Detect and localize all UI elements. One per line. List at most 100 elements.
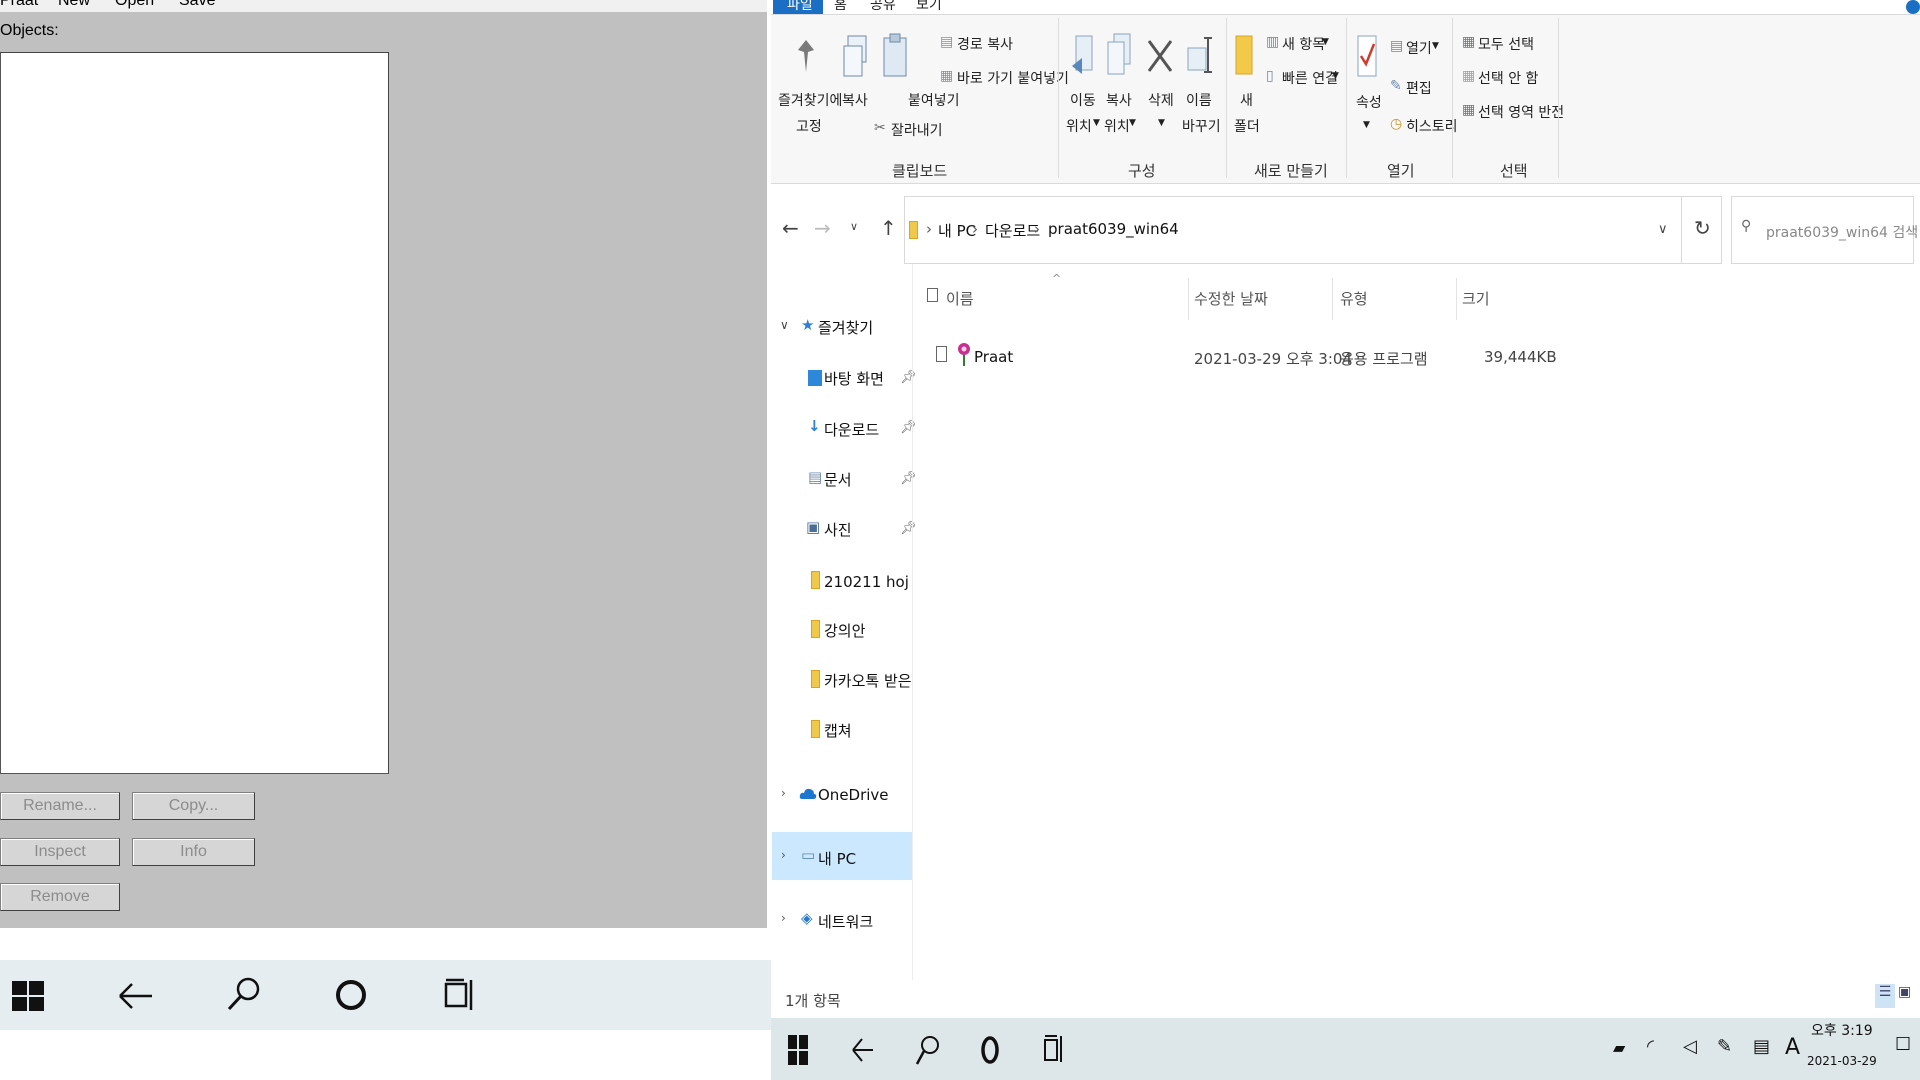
breadcrumb-downloads[interactable]: 다운로드 bbox=[985, 220, 1040, 241]
cut-label[interactable]: 잘라내기 bbox=[891, 120, 943, 140]
edit-label[interactable]: 편집 bbox=[1406, 78, 1432, 98]
nav-desktop[interactable]: 바탕 화면 bbox=[824, 368, 884, 389]
copy-to-dropdown-icon[interactable]: ▼ bbox=[1129, 118, 1136, 128]
remove-button[interactable]: Remove bbox=[0, 883, 120, 911]
pin-icon[interactable]: 📌︎ bbox=[900, 521, 917, 536]
back-arrow-icon[interactable] bbox=[851, 1035, 875, 1065]
up-icon[interactable]: ↑ bbox=[880, 216, 897, 240]
breadcrumb-this-pc[interactable]: 내 PC bbox=[938, 220, 976, 241]
nav-favorites[interactable]: 즐겨찾기 bbox=[818, 317, 873, 338]
move-to-dropdown-icon[interactable]: ▼ bbox=[1093, 118, 1100, 128]
move-to-label-1[interactable]: 이동 bbox=[1070, 90, 1096, 110]
nav-this-pc[interactable]: 내 PC bbox=[818, 848, 856, 869]
help-icon[interactable] bbox=[1906, 0, 1920, 14]
nav-folder-lectures[interactable]: 강의안 bbox=[824, 620, 865, 641]
copy-to-icon[interactable] bbox=[1106, 32, 1132, 80]
search-icon[interactable] bbox=[226, 976, 262, 1012]
properties-dropdown-icon[interactable]: ▼ bbox=[1363, 120, 1370, 130]
nav-folder-capture[interactable]: 캡쳐 bbox=[824, 720, 852, 741]
pen-icon[interactable]: ✎ bbox=[1717, 1036, 1732, 1057]
back-arrow-icon[interactable] bbox=[118, 980, 154, 1012]
clock-date[interactable]: 2021-03-29 bbox=[1807, 1054, 1877, 1068]
praat-menu-new[interactable]: New bbox=[58, 0, 90, 10]
rename-label-2[interactable]: 바꾸기 bbox=[1182, 116, 1221, 136]
ime-indicator[interactable]: A bbox=[1785, 1035, 1800, 1060]
pin-icon[interactable]: 📌︎ bbox=[900, 471, 917, 486]
properties-label[interactable]: 속성 bbox=[1356, 92, 1382, 112]
breadcrumb-separator-icon[interactable]: › bbox=[1034, 220, 1040, 238]
move-to-label-2[interactable]: 위치 bbox=[1066, 116, 1092, 136]
favorites-chevron-icon[interactable]: ∨ bbox=[780, 318, 789, 332]
task-view-icon[interactable] bbox=[444, 978, 478, 1012]
paste-shortcut-label[interactable]: 바로 가기 붙여넣기 bbox=[957, 68, 1069, 88]
breadcrumb-separator-icon[interactable]: › bbox=[972, 220, 978, 238]
pin-label-1[interactable]: 즐겨찾기에 bbox=[778, 90, 842, 110]
rename-icon[interactable] bbox=[1186, 36, 1212, 76]
praat-menu-open[interactable]: Open bbox=[115, 0, 154, 10]
select-all-label[interactable]: 모두 선택 bbox=[1478, 34, 1534, 54]
volume-icon[interactable]: ◁ bbox=[1683, 1036, 1697, 1057]
pin-icon[interactable]: 📌︎ bbox=[900, 370, 917, 385]
address-dropdown-icon[interactable]: ∨ bbox=[1658, 222, 1668, 237]
delete-dropdown-icon[interactable]: ▼ bbox=[1158, 118, 1165, 128]
select-all-checkbox[interactable] bbox=[927, 288, 938, 302]
tab-file[interactable]: 파일 bbox=[773, 0, 823, 14]
select-none-label[interactable]: 선택 안 함 bbox=[1478, 68, 1538, 88]
info-button[interactable]: Info bbox=[132, 838, 255, 866]
forward-icon[interactable]: → bbox=[814, 216, 831, 240]
column-size[interactable]: 크기 bbox=[1462, 288, 1490, 309]
easy-access-label[interactable]: 빠른 연결 bbox=[1282, 68, 1338, 88]
rename-button[interactable]: Rename... bbox=[0, 792, 120, 820]
pin-label-2[interactable]: 고정 bbox=[796, 116, 822, 136]
keyboard-icon[interactable]: ▤ bbox=[1753, 1036, 1770, 1057]
windows-start-icon[interactable] bbox=[788, 1035, 808, 1065]
column-modified[interactable]: 수정한 날짜 bbox=[1194, 288, 1268, 309]
open-label[interactable]: 열기 bbox=[1406, 38, 1432, 58]
wifi-icon[interactable]: ◜ bbox=[1647, 1036, 1654, 1057]
delete-icon[interactable] bbox=[1146, 38, 1174, 74]
copy-to-label-2[interactable]: 위치 bbox=[1104, 116, 1130, 136]
nav-downloads[interactable]: 다운로드 bbox=[824, 419, 879, 440]
file-row[interactable]: Praat 2021-03-29 오후 3:04 응용 프로그램 39,444K… bbox=[920, 338, 1560, 376]
delete-label[interactable]: 삭제 bbox=[1148, 90, 1174, 110]
nav-folder-kakaotalk[interactable]: 카카오톡 받은 파일 bbox=[824, 670, 912, 691]
rename-label-1[interactable]: 이름 bbox=[1186, 90, 1212, 110]
tab-home[interactable]: 홈 bbox=[834, 0, 847, 14]
search-icon[interactable] bbox=[915, 1034, 939, 1066]
copy-button[interactable]: Copy... bbox=[132, 792, 255, 820]
copy-icon[interactable] bbox=[842, 34, 870, 80]
new-folder-label-1[interactable]: 새 bbox=[1240, 90, 1253, 110]
battery-icon[interactable]: ▰ bbox=[1613, 1038, 1625, 1057]
recent-dropdown-icon[interactable]: ∨ bbox=[850, 220, 858, 233]
pin-icon[interactable] bbox=[794, 38, 818, 74]
back-icon[interactable]: ← bbox=[782, 216, 799, 240]
new-item-label[interactable]: 새 항목 bbox=[1282, 34, 1325, 54]
onedrive-chevron-icon[interactable]: › bbox=[781, 786, 786, 800]
refresh-icon[interactable]: ↻ bbox=[1694, 216, 1711, 240]
history-label[interactable]: 히스토리 bbox=[1406, 116, 1458, 136]
column-type[interactable]: 유형 bbox=[1340, 288, 1368, 309]
breadcrumb-separator-icon[interactable]: › bbox=[926, 220, 932, 238]
network-chevron-icon[interactable]: › bbox=[781, 911, 786, 925]
nav-pane-divider[interactable] bbox=[912, 264, 913, 980]
nav-pictures[interactable]: 사진 bbox=[824, 519, 852, 540]
invert-selection-label[interactable]: 선택 영역 반전 bbox=[1478, 102, 1564, 122]
column-divider[interactable] bbox=[1456, 278, 1457, 320]
nav-network[interactable]: 네트워크 bbox=[818, 911, 873, 932]
inspect-button[interactable]: Inspect bbox=[0, 838, 120, 866]
paste-icon[interactable] bbox=[882, 32, 908, 80]
large-icons-view-icon[interactable]: ▣ bbox=[1898, 984, 1911, 1000]
ribbon-collapse-icon[interactable]: ⌃ bbox=[1884, 0, 1897, 11]
tab-view[interactable]: 보기 bbox=[916, 0, 942, 14]
file-name[interactable]: Praat bbox=[974, 348, 1013, 366]
cortana-icon[interactable] bbox=[979, 1034, 1001, 1066]
this-pc-chevron-icon[interactable]: › bbox=[781, 848, 786, 862]
new-folder-icon[interactable] bbox=[1234, 34, 1254, 76]
notification-icon[interactable]: ☐ bbox=[1895, 1034, 1911, 1055]
windows-start-icon[interactable] bbox=[12, 981, 44, 1011]
praat-menu-save[interactable]: Save bbox=[179, 0, 215, 10]
details-view-icon[interactable]: ☰ bbox=[1875, 984, 1895, 1008]
column-divider[interactable] bbox=[1332, 278, 1333, 320]
clock-time[interactable]: 오후 3:19 bbox=[1811, 1020, 1873, 1040]
open-dropdown-icon[interactable]: ▼ bbox=[1432, 41, 1439, 51]
